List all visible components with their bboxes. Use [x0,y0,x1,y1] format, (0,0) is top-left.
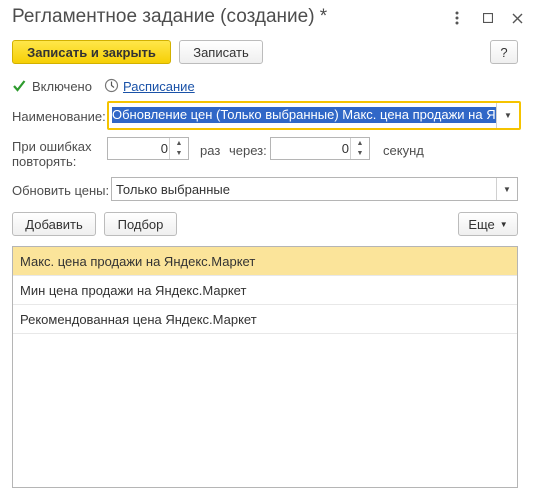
update-prices-select[interactable]: Только выбранные ▼ [111,177,518,201]
retry-interval-stepper[interactable]: 0 ▲ ▼ [270,137,370,160]
close-icon[interactable] [505,6,529,30]
window-title: Регламентное задание (создание) * [12,6,328,27]
pick-button[interactable]: Подбор [104,212,177,236]
chevron-down-icon: ▼ [499,219,508,229]
retry-label-line2: повторять: [12,154,77,169]
retry-interval-value: 0 [341,141,349,156]
maximize-icon[interactable] [476,6,500,30]
name-field-value: Обновление цен (Только выбранные) Макс. … [112,107,497,123]
retry-label-line1: При ошибках [12,139,92,154]
update-prices-value: Только выбранные [116,182,230,197]
retry-times-stepper[interactable]: 0 ▲ ▼ [107,137,189,160]
more-vertical-icon[interactable] [445,6,469,30]
save-button[interactable]: Записать [179,40,263,64]
enabled-checkbox[interactable] [12,79,26,93]
name-label: Наименование: [12,109,106,124]
prices-list[interactable]: Макс. цена продажи на Яндекс.Маркет Мин … [12,246,518,488]
clock-icon [104,78,119,93]
retry-interval-label: через: [229,143,267,158]
chevron-down-icon[interactable]: ▼ [496,103,519,128]
enabled-label: Включено [32,79,92,94]
more-button-label: Еще [468,216,495,232]
save-and-close-button[interactable]: Записать и закрыть [12,40,171,64]
spin-down-icon[interactable]: ▼ [351,148,369,158]
list-item[interactable]: Мин цена продажи на Яндекс.Маркет [13,276,517,305]
more-button[interactable]: Еще ▼ [458,212,518,236]
retry-label: При ошибках повторять: [12,139,92,169]
list-item-label: Макс. цена продажи на Яндекс.Маркет [20,253,256,269]
name-field[interactable]: Обновление цен (Только выбранные) Макс. … [107,101,521,130]
help-button[interactable]: ? [490,40,518,64]
spin-up-icon[interactable]: ▲ [170,138,188,148]
spin-up-icon[interactable]: ▲ [351,138,369,148]
add-button[interactable]: Добавить [12,212,96,236]
spin-down-icon[interactable]: ▼ [170,148,188,158]
retry-interval-unit: секунд [383,143,424,158]
list-item[interactable]: Рекомендованная цена Яндекс.Маркет [13,305,517,334]
list-item[interactable]: Макс. цена продажи на Яндекс.Маркет [13,247,517,276]
checkmark-icon [13,80,26,92]
retry-times-unit: раз [200,143,221,158]
list-item-label: Мин цена продажи на Яндекс.Маркет [20,282,247,298]
retry-times-value: 0 [160,141,168,156]
list-item-label: Рекомендованная цена Яндекс.Маркет [20,311,257,327]
chevron-down-icon[interactable]: ▼ [496,178,517,200]
update-prices-label: Обновить цены: [12,183,110,198]
schedule-link[interactable]: Расписание [123,79,195,94]
